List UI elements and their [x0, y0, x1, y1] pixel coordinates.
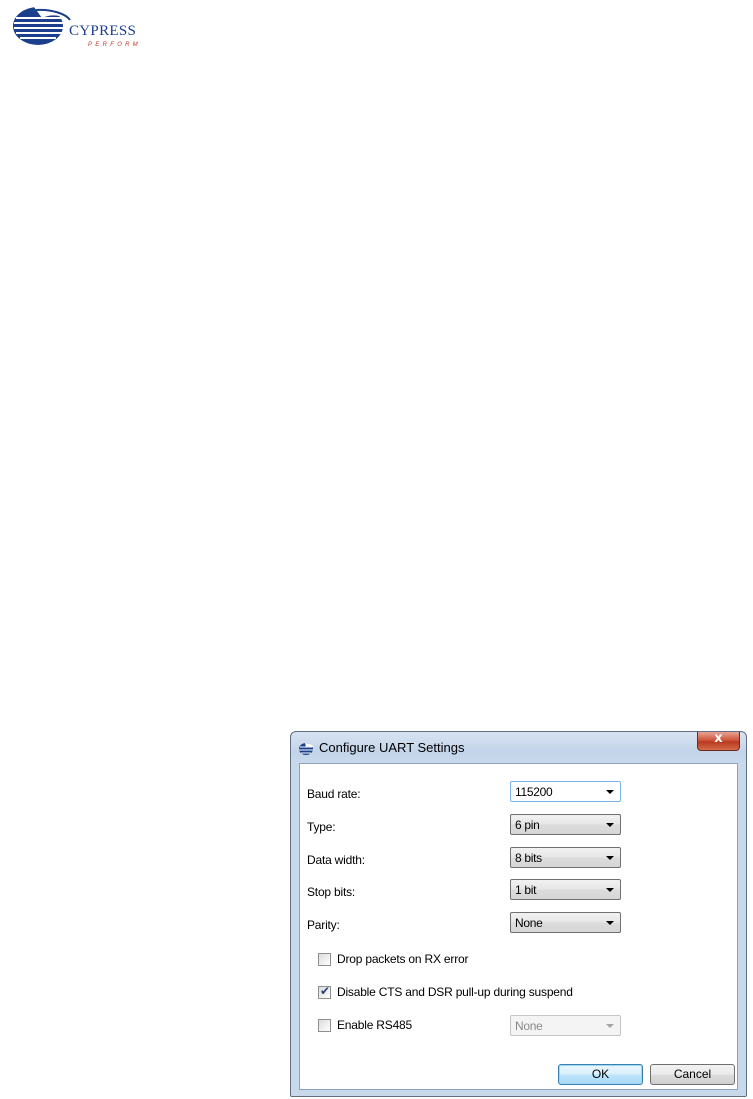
parity-label: Parity:	[307, 918, 340, 932]
drop-packets-checkbox[interactable]	[318, 953, 331, 966]
type-value: 6 pin	[515, 818, 540, 832]
enable-rs485-label[interactable]: Enable RS485	[337, 1018, 412, 1032]
cypress-logo: CYPRESS PERFORM	[12, 2, 138, 54]
configure-uart-dialog: Configure UART Settings x Baud rate: 115…	[290, 731, 747, 1097]
cancel-button[interactable]: Cancel	[650, 1064, 735, 1085]
checkmark-icon: ✔	[320, 984, 331, 998]
data-width-label: Data width:	[307, 853, 365, 867]
cypress-swirl-icon	[13, 6, 72, 45]
enable-rs485-checkbox[interactable]	[318, 1019, 331, 1032]
data-width-select[interactable]: 8 bits	[510, 847, 621, 868]
ok-button[interactable]: OK	[558, 1064, 643, 1085]
chevron-down-icon[interactable]	[606, 823, 614, 827]
drop-packets-label[interactable]: Drop packets on RX error	[337, 952, 468, 966]
rs485-select: None	[510, 1015, 621, 1036]
chevron-down-icon	[606, 1024, 614, 1028]
chevron-down-icon[interactable]	[606, 921, 614, 925]
rs485-value: None	[515, 1019, 543, 1033]
baud-rate-value: 115200	[515, 785, 553, 799]
stop-bits-select[interactable]: 1 bit	[510, 879, 621, 900]
data-width-value: 8 bits	[515, 851, 542, 865]
stop-bits-value: 1 bit	[515, 883, 537, 897]
type-select[interactable]: 6 pin	[510, 814, 621, 835]
title-bar[interactable]: Configure UART Settings x	[291, 732, 746, 762]
chevron-down-icon[interactable]	[606, 888, 614, 892]
baud-rate-combo[interactable]: 115200	[510, 781, 621, 802]
disable-pullup-label[interactable]: Disable CTS and DSR pull-up during suspe…	[337, 985, 573, 999]
close-button[interactable]: x	[697, 732, 740, 751]
baud-rate-label: Baud rate:	[307, 787, 361, 801]
chevron-down-icon[interactable]	[606, 790, 614, 794]
logo-tagline: PERFORM	[88, 42, 142, 48]
stop-bits-label: Stop bits:	[307, 885, 356, 899]
dialog-title: Configure UART Settings	[319, 740, 465, 755]
parity-value: None	[515, 916, 543, 930]
disable-pullup-checkbox[interactable]: ✔	[318, 984, 331, 999]
type-label: Type:	[307, 820, 336, 834]
parity-select[interactable]: None	[510, 912, 621, 933]
cypress-app-icon	[299, 743, 314, 755]
dialog-content: Baud rate: 115200 Type: 6 pin Data width…	[299, 763, 738, 1090]
logo-wordmark: CYPRESS	[69, 23, 137, 39]
close-icon: x	[714, 731, 723, 746]
chevron-down-icon[interactable]	[606, 856, 614, 860]
